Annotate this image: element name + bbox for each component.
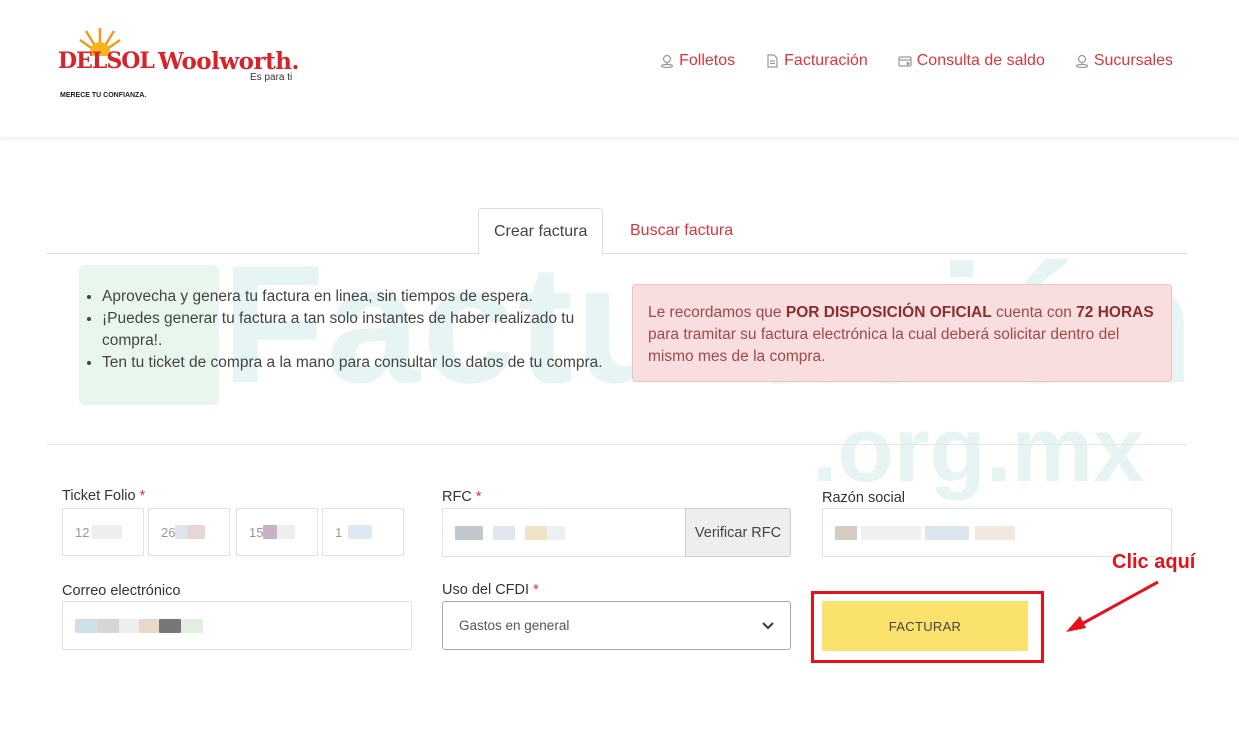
ticket-folio-field-1[interactable]: 12 — [62, 508, 144, 556]
blurred-value — [92, 525, 123, 539]
main-nav: Folletos Facturación Consulta de saldo S… — [660, 52, 1173, 70]
woolworth-logo[interactable]: Woolworth. Es para ti — [158, 48, 300, 83]
blurred-value — [861, 525, 921, 540]
required-mark: * — [533, 582, 539, 598]
location-pin-icon — [1075, 54, 1088, 68]
cfdi-label: Uso del CFDI * — [442, 582, 539, 598]
blurred-value — [975, 525, 1015, 540]
annotation-label: Clic aquí — [1112, 551, 1196, 573]
alert-bold: POR DISPOSICIÓN OFICIAL — [785, 304, 992, 321]
card-icon — [898, 56, 912, 67]
nav-consulta-saldo[interactable]: Consulta de saldo — [898, 52, 1045, 70]
facturar-button[interactable]: FACTURAR — [822, 601, 1028, 651]
tab-crear-factura[interactable]: Crear factura — [478, 208, 604, 255]
tab-buscar-factura[interactable]: Buscar factura — [615, 208, 748, 254]
label-text: RFC — [442, 489, 472, 505]
label-text: Uso del CFDI — [442, 582, 530, 598]
razon-social-label: Razón social — [822, 490, 906, 506]
blurred-value — [97, 618, 119, 633]
blurred-value — [493, 525, 515, 540]
blurred-value — [175, 525, 188, 539]
blurred-value — [159, 618, 181, 633]
blurred-value — [139, 618, 159, 633]
info-list: Aprovecha y genera tu factura en linea, … — [82, 286, 612, 374]
blurred-value — [181, 618, 203, 633]
ticket-folio-field-3[interactable]: 15 — [236, 508, 318, 556]
nav-label: Sucursales — [1093, 52, 1173, 69]
ticket-folio-field-4[interactable]: 1 — [322, 508, 404, 556]
document-icon — [767, 54, 778, 68]
required-mark: * — [475, 489, 482, 505]
nav-label: Facturación — [784, 52, 868, 69]
verify-rfc-button[interactable]: Verificar RFC — [685, 508, 791, 557]
woolworth-tagline: Es para ti — [250, 72, 293, 83]
rfc-input[interactable] — [442, 508, 686, 557]
alert-text: cuenta con — [991, 304, 1077, 321]
nav-label: Folletos — [679, 52, 736, 69]
delsol-brand: DELSOL — [58, 48, 155, 74]
watermark-sub: .org.mx — [812, 399, 1145, 501]
alert-bold: 72 HORAS — [1076, 304, 1154, 321]
ticket-folio-label: Ticket Folio * — [62, 488, 145, 504]
email-input[interactable] — [62, 601, 412, 650]
cfdi-selected-value: Gastos en general — [459, 618, 570, 633]
info-item: ¡Puedes generar tu factura a tan solo in… — [102, 308, 612, 352]
location-pin-icon — [661, 54, 674, 68]
blurred-value — [547, 525, 565, 540]
delsol-logo[interactable]: DELSOL MERECE TU CONFIANZA. — [56, 26, 155, 104]
field-value: 15 — [249, 524, 264, 540]
alert-text: para tramitar su factura electrónica la … — [648, 326, 1120, 365]
rfc-label: RFC * — [442, 489, 482, 505]
field-value: 1 — [335, 524, 343, 540]
razon-social-input[interactable] — [822, 508, 1172, 557]
info-item: Ten tu ticket de compra a la mano para c… — [102, 352, 612, 374]
delsol-tagline: MERECE TU CONFIANZA. — [60, 92, 147, 99]
blurred-value — [835, 525, 857, 540]
cfdi-select[interactable]: Gastos en general — [442, 601, 791, 650]
annotation-arrow-icon — [1066, 580, 1159, 632]
nav-label: Consulta de saldo — [916, 52, 1045, 69]
chevron-down-icon — [762, 621, 774, 629]
blurred-value — [525, 525, 547, 540]
nav-folletos[interactable]: Folletos — [660, 52, 735, 70]
nav-sucursales[interactable]: Sucursales — [1075, 52, 1173, 70]
blurred-value — [277, 525, 296, 539]
info-item: Aprovecha y genera tu factura en linea, … — [102, 286, 612, 308]
blurred-value — [75, 618, 97, 633]
alert-text: Le recordamos que — [648, 304, 786, 321]
field-value: 26 — [161, 524, 176, 540]
invoice-tabs: Crear factura Buscar factura — [47, 208, 1187, 255]
blurred-value — [187, 525, 206, 539]
blurred-value — [925, 525, 969, 540]
site-header: DELSOL MERECE TU CONFIANZA. Woolworth. E… — [0, 0, 1239, 137]
blurred-value — [119, 618, 139, 633]
ticket-folio-field-2[interactable]: 26 — [148, 508, 230, 556]
notice-alert: Le recordamos que POR DISPOSICIÓN OFICIA… — [632, 284, 1172, 382]
field-value: 12 — [75, 524, 90, 540]
nav-facturacion[interactable]: Facturación — [765, 52, 868, 70]
required-mark: * — [139, 488, 146, 504]
blurred-value — [455, 525, 483, 540]
email-label: Correo electrónico — [62, 583, 181, 599]
blurred-value — [263, 525, 278, 539]
blurred-value — [348, 525, 373, 539]
woolworth-brand: Woolworth. — [158, 48, 300, 75]
label-text: Ticket Folio — [62, 488, 136, 504]
section-divider — [47, 444, 1187, 445]
